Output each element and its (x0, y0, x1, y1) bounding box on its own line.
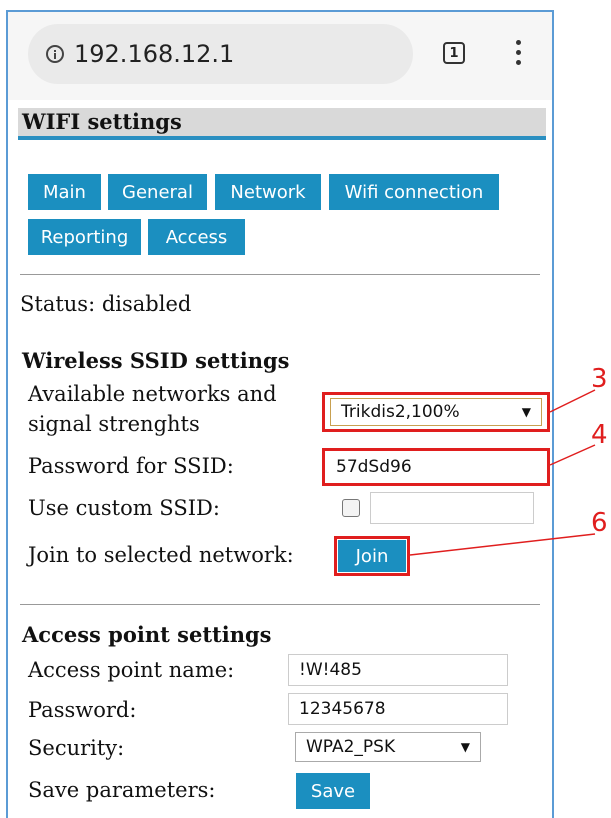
divider (20, 274, 540, 275)
save-button[interactable]: Save (296, 773, 370, 809)
dropdown-arrow-icon: ▼ (460, 740, 470, 754)
ap-name-label: Access point name: (28, 658, 235, 682)
networks-label-line2: signal strenghts (28, 412, 200, 436)
ap-name-input[interactable]: !W!485 (288, 654, 508, 686)
join-button[interactable]: Join (338, 540, 406, 572)
page-title: WIFI settings (18, 108, 546, 140)
security-select-value: WPA2_PSK (306, 737, 396, 757)
callout-number-4: 4 (591, 420, 608, 450)
url-text: 192.168.12.1 (74, 40, 235, 68)
tab-wifi-connection[interactable]: Wifi connection (329, 174, 499, 210)
callout-line-3 (549, 389, 596, 413)
overflow-menu-icon[interactable] (516, 40, 522, 66)
status-text: Status: disabled (20, 292, 192, 316)
divider (20, 604, 540, 605)
tab-main[interactable]: Main (28, 174, 101, 210)
dropdown-arrow-icon: ▼ (521, 405, 531, 419)
ssid-password-label: Password for SSID: (28, 454, 234, 478)
address-bar[interactable]: 192.168.12.1 (28, 24, 413, 84)
tab-general[interactable]: General (108, 174, 207, 210)
tab-network[interactable]: Network (215, 174, 321, 210)
networks-select[interactable]: Trikdis2,100% ▼ (330, 398, 542, 426)
browser-toolbar: 192.168.12.1 1 (8, 12, 552, 100)
networks-label-line1: Available networks and (28, 382, 277, 406)
ssid-password-input[interactable]: 57dSd96 (326, 452, 546, 482)
security-select[interactable]: WPA2_PSK ▼ (295, 732, 481, 762)
callout-line-4 (549, 444, 596, 466)
tab-switcher-icon[interactable]: 1 (443, 42, 465, 64)
custom-ssid-input[interactable] (370, 492, 534, 524)
ap-password-input[interactable]: 12345678 (288, 693, 508, 725)
tab-access[interactable]: Access (148, 219, 245, 255)
info-icon[interactable] (46, 45, 64, 63)
security-label: Security: (28, 736, 125, 760)
networks-select-value: Trikdis2,100% (341, 402, 460, 422)
ap-settings-heading: Access point settings (22, 622, 272, 647)
custom-ssid-label: Use custom SSID: (28, 496, 220, 520)
tab-reporting[interactable]: Reporting (28, 219, 141, 255)
ap-password-label: Password: (28, 698, 137, 722)
callout-number-6: 6 (591, 508, 608, 538)
join-label: Join to selected network: (28, 543, 294, 567)
save-label: Save parameters: (28, 778, 216, 802)
custom-ssid-checkbox[interactable] (342, 499, 360, 517)
callout-number-3: 3 (591, 364, 608, 394)
ssid-settings-heading: Wireless SSID settings (22, 348, 290, 373)
